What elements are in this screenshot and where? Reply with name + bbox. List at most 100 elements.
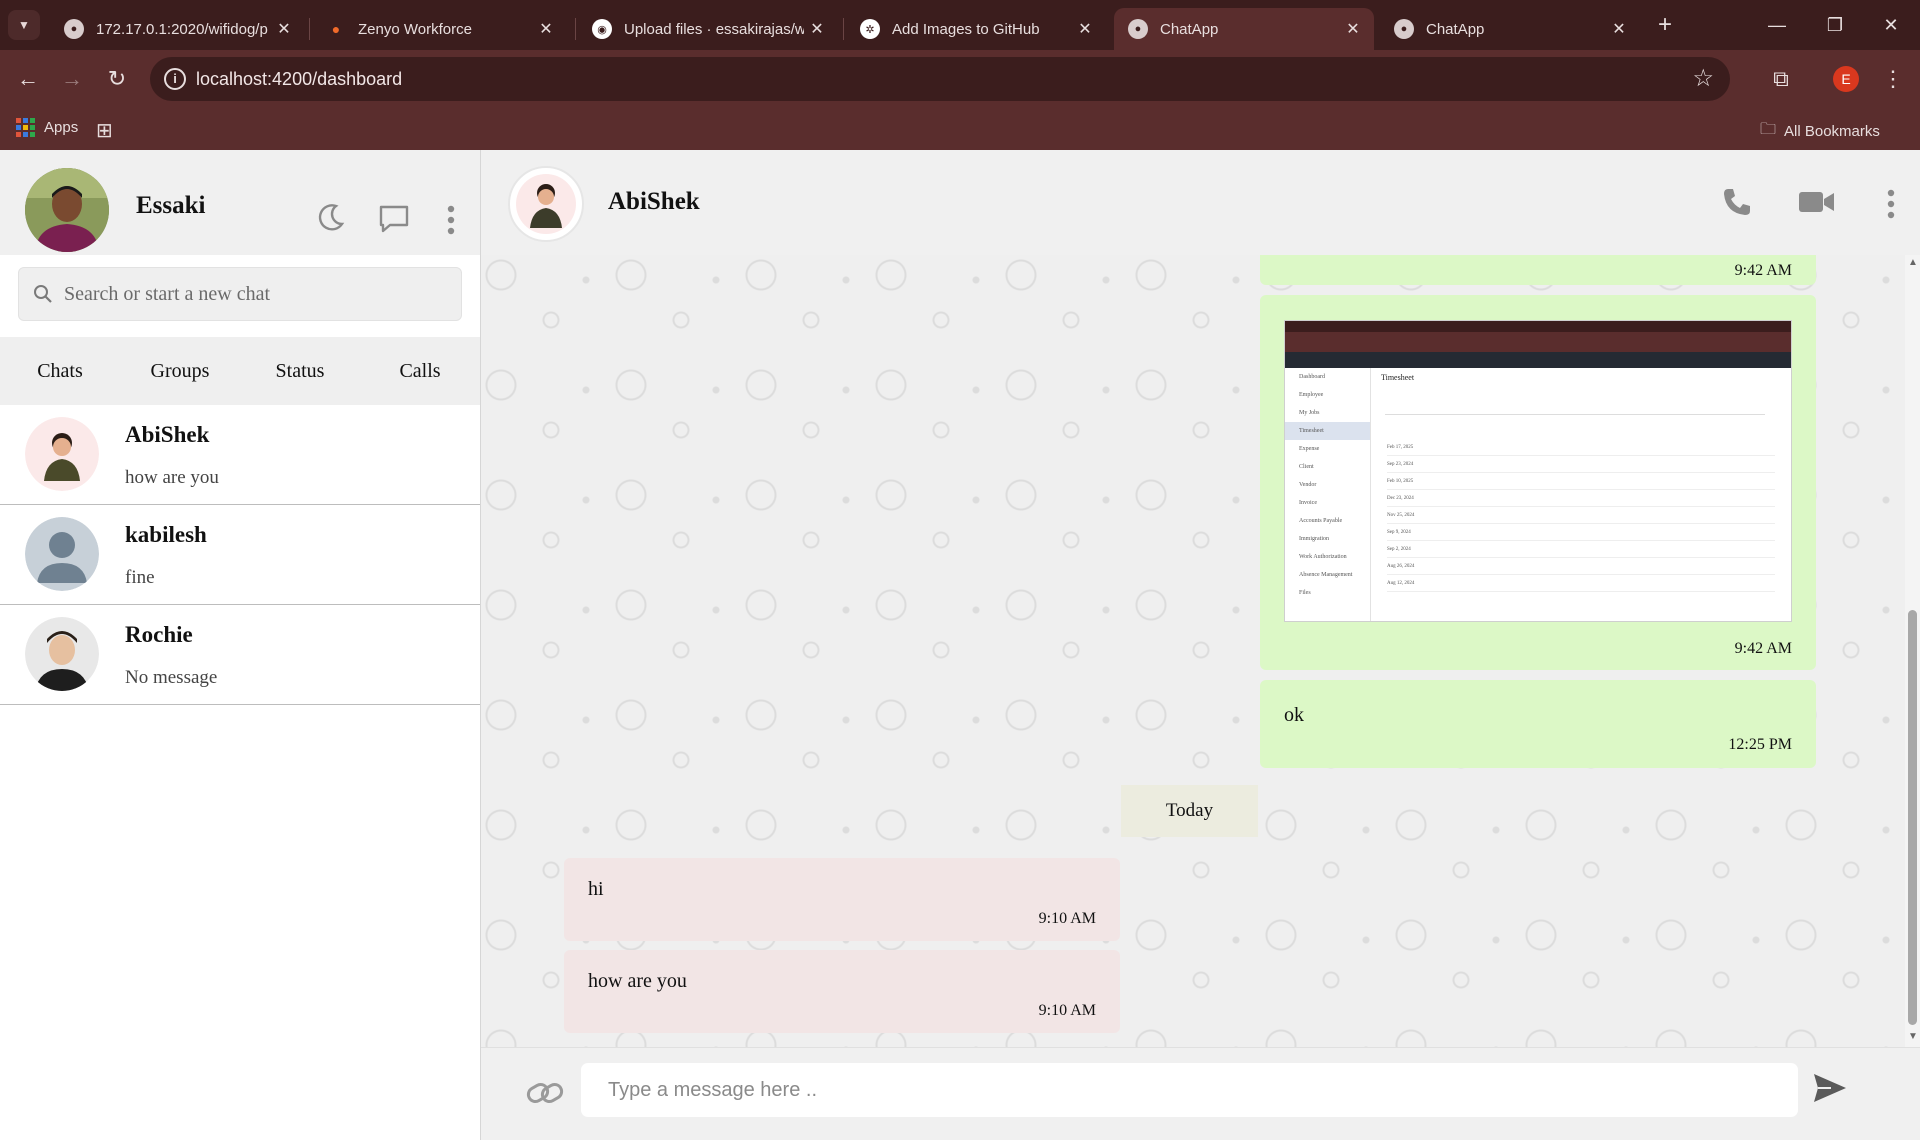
close-tab-icon[interactable]: ✕ <box>271 19 297 39</box>
tab-groups[interactable]: Groups <box>120 337 240 405</box>
conversation-pane: AbiShek 9:42 AM Dashboard Employee My Jo… <box>481 150 1920 1140</box>
chat-last-message: how are you <box>125 467 219 488</box>
star-icon[interactable]: ☆ <box>1692 64 1714 93</box>
image-nav-item: My Jobs <box>1299 410 1320 416</box>
chat-list-item[interactable]: Rochie No message <box>0 605 480 705</box>
attach-link-icon[interactable] <box>525 1076 565 1115</box>
browser-tab[interactable]: ✲ Add Images to GitHub ✕ <box>846 8 1106 50</box>
image-nav-item: Absence Management <box>1299 572 1353 578</box>
message-time: 9:10 AM <box>1038 910 1096 927</box>
image-nav-item: Expense <box>1299 446 1320 452</box>
openai-icon: ✲ <box>860 19 880 39</box>
sidebar-tabs: Chats Groups Status Calls <box>0 337 480 405</box>
user-avatar[interactable] <box>25 168 109 252</box>
close-tab-icon[interactable]: ✕ <box>533 19 559 39</box>
image-side-nav: Dashboard Employee My Jobs Timesheet Exp… <box>1285 368 1371 621</box>
moon-icon[interactable] <box>316 202 346 237</box>
message-bubble-incoming: hi 9:10 AM <box>564 858 1120 941</box>
message-composer <box>481 1047 1920 1140</box>
tab-status[interactable]: Status <box>240 337 360 405</box>
github-icon: ◉ <box>592 19 612 39</box>
minimize-button[interactable]: — <box>1748 0 1806 50</box>
image-bookmarks <box>1285 344 1791 352</box>
menu-dots-icon[interactable] <box>1884 188 1898 225</box>
extensions-icon[interactable]: ⧉ <box>1764 62 1798 96</box>
search-box[interactable] <box>18 267 462 321</box>
tab-groups-icon[interactable]: ⊞ <box>96 118 113 143</box>
new-chat-icon[interactable] <box>378 204 410 239</box>
close-tab-icon[interactable]: ✕ <box>1072 19 1098 39</box>
tab-title: ChatApp <box>1426 20 1485 38</box>
browser-tab-active[interactable]: ● ChatApp ✕ <box>1114 8 1374 50</box>
image-nav-item: Vendor <box>1299 482 1317 488</box>
info-icon[interactable]: i <box>164 68 186 90</box>
scrollbar-thumb[interactable] <box>1908 610 1917 1025</box>
profile-avatar[interactable]: E <box>1833 66 1859 92</box>
chat-list-item[interactable]: kabilesh fine <box>0 505 480 605</box>
phone-icon[interactable] <box>1721 186 1753 223</box>
image-table-row: Aug 12, 2024 <box>1387 575 1775 592</box>
image-browser-url <box>1285 332 1791 344</box>
address-bar[interactable]: i localhost:4200/dashboard ☆ <box>150 57 1730 101</box>
send-icon[interactable] <box>1813 1073 1847 1108</box>
tab-strip: ▼ ● 172.17.0.1:2020/wifidog/p ✕ ● Zenyo … <box>0 0 1920 50</box>
close-window-button[interactable]: ✕ <box>1862 0 1920 50</box>
chat-list-item[interactable]: AbiShek how are you <box>0 405 480 505</box>
close-tab-icon[interactable]: ✕ <box>1340 19 1366 39</box>
message-time: 12:25 PM <box>1728 736 1792 753</box>
browser-tab[interactable]: ● 172.17.0.1:2020/wifidog/p ✕ <box>50 8 305 50</box>
message-bubble-outgoing: ok 12:25 PM <box>1260 680 1816 768</box>
message-input[interactable] <box>581 1063 1798 1117</box>
chat-name: AbiShek <box>125 422 210 447</box>
message-text: hi <box>588 878 604 900</box>
image-nav-item: Work Authorization <box>1299 554 1347 560</box>
chat-header: AbiShek <box>481 150 1920 255</box>
restore-button[interactable]: ❐ <box>1806 0 1864 50</box>
tab-chats[interactable]: Chats <box>0 337 120 405</box>
browser-tab[interactable]: ◉ Upload files · essakirajas/w ✕ <box>578 8 838 50</box>
close-tab-icon[interactable]: ✕ <box>804 19 830 39</box>
browser-tab[interactable]: ● Zenyo Workforce ✕ <box>312 8 567 50</box>
image-nav-item: Client <box>1299 464 1314 470</box>
browser-menu-icon[interactable]: ⋮ <box>1876 62 1910 96</box>
all-bookmarks-button[interactable]: 🗀 All Bookmarks <box>1760 118 1880 145</box>
tab-calls[interactable]: Calls <box>360 337 480 405</box>
tab-search-button[interactable]: ▼ <box>8 10 40 40</box>
message-bubble-image[interactable]: Dashboard Employee My Jobs Timesheet Exp… <box>1260 295 1816 670</box>
image-nav-item: Employee <box>1299 392 1324 398</box>
browser-toolbar: ← → ↻ i localhost:4200/dashboard ☆ ⧉ E ⋮ <box>0 50 1920 108</box>
close-tab-icon[interactable]: ✕ <box>1606 19 1632 39</box>
message-time: 9:42 AM <box>1734 262 1792 279</box>
scroll-down-icon[interactable]: ▼ <box>1908 1031 1918 1042</box>
video-icon[interactable] <box>1799 190 1835 219</box>
browser-tab[interactable]: ● ChatApp ✕ <box>1380 8 1640 50</box>
screenshot-image[interactable]: Dashboard Employee My Jobs Timesheet Exp… <box>1284 320 1792 622</box>
apps-label: Apps <box>44 119 79 136</box>
image-table-row: Feb 10, 2025 <box>1387 473 1775 490</box>
forward-button[interactable]: → <box>55 62 89 96</box>
message-area[interactable]: 9:42 AM Dashboard Employee My Jobs Times… <box>481 255 1905 1047</box>
chat-app: Essaki Chats Groups Status Calls <box>0 150 1920 1140</box>
default-avatar-icon <box>25 517 99 591</box>
message-bubble-outgoing: 9:42 AM <box>1260 255 1816 285</box>
back-button[interactable]: ← <box>11 62 45 96</box>
message-scrollbar[interactable]: ▲ ▼ <box>1905 255 1920 1047</box>
chat-last-message: fine <box>125 567 155 588</box>
sidebar-header: Essaki <box>0 150 480 255</box>
reload-button[interactable]: ↻ <box>100 62 134 96</box>
tab-title: Upload files · essakirajas/w <box>624 20 804 38</box>
date-divider: Today <box>1121 785 1258 837</box>
search-input[interactable] <box>64 268 454 320</box>
zenyo-icon: ● <box>331 21 341 37</box>
contact-avatar[interactable] <box>508 166 584 242</box>
menu-dots-icon[interactable] <box>444 204 458 241</box>
scroll-up-icon[interactable]: ▲ <box>1908 257 1918 268</box>
image-browser-tabs <box>1285 321 1791 332</box>
search-icon <box>33 284 53 309</box>
apps-bookmark[interactable]: Apps <box>16 118 78 137</box>
chat-list: AbiShek how are you kabilesh fine Rochie… <box>0 405 480 705</box>
url-text[interactable]: localhost:4200/dashboard <box>196 69 402 90</box>
new-tab-button[interactable]: + <box>1650 10 1680 40</box>
globe-icon: ● <box>1394 19 1414 39</box>
message-text: how are you <box>588 970 687 992</box>
